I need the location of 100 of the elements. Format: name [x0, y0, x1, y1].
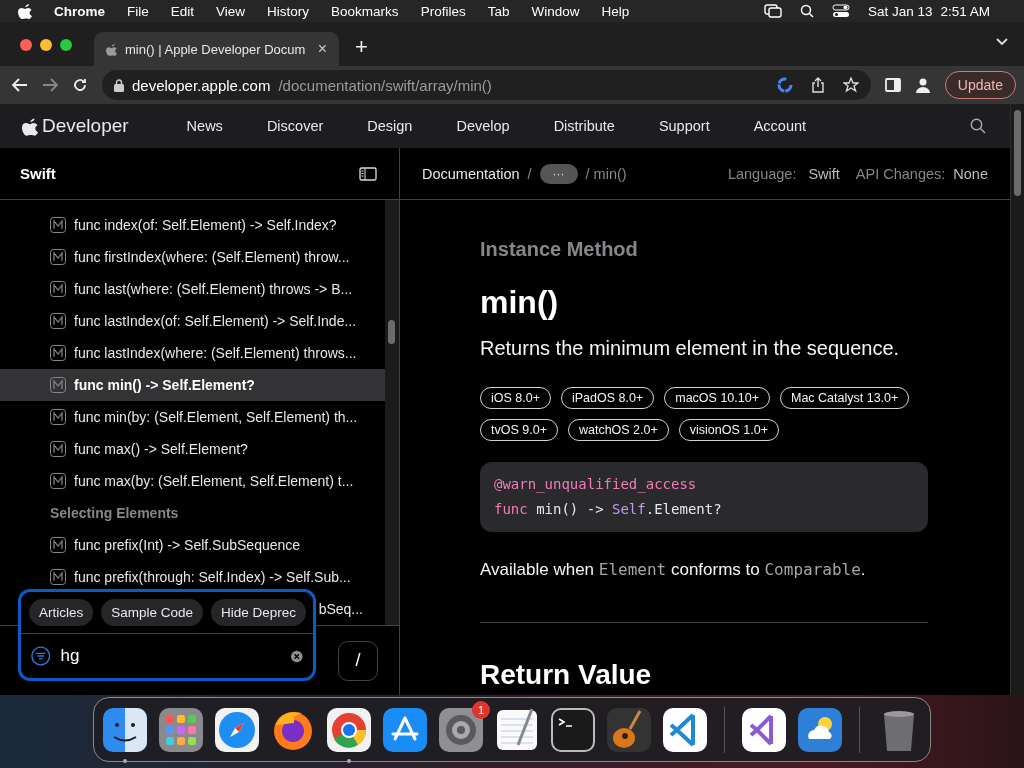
star-icon[interactable]: [842, 77, 859, 93]
breadcrumb-current: / min(): [585, 165, 627, 182]
menu-item[interactable]: Edit: [170, 3, 195, 19]
address-bar[interactable]: developer.apple.com /documentation/swift/array/min(): [102, 70, 871, 100]
nav-link[interactable]: Design: [367, 118, 413, 134]
sidebar-item[interactable]: func prefix(through: Self.Index) -> Self.Sub...: [0, 561, 385, 593]
compass-icon[interactable]: [214, 707, 260, 753]
sidebar-title: Swift: [20, 165, 56, 182]
apple-logo-icon[interactable]: [22, 116, 38, 136]
sidebar-item[interactable]: func index(of: Self.Element) -> Self.Index?: [0, 209, 385, 241]
clear-icon[interactable]: [291, 649, 303, 663]
method-icon: [50, 569, 66, 585]
reload-icon[interactable]: [72, 77, 88, 93]
language-value[interactable]: Swift: [808, 165, 840, 182]
gear-icon[interactable]: [438, 707, 484, 753]
breadcrumb-separator: /: [527, 165, 532, 182]
minimize-window-control[interactable]: [40, 39, 52, 51]
sidebar-item[interactable]: func firstIndex(where: (Self.Element) throw...: [0, 241, 385, 273]
nav-link[interactable]: Discover: [266, 118, 324, 134]
nav-link[interactable]: News: [186, 118, 223, 134]
section-heading: Selecting Elements: [49, 504, 180, 523]
method-icon: [50, 281, 66, 297]
scrollbar-thumb[interactable]: [388, 320, 395, 344]
language-label: Language:: [727, 165, 797, 182]
method-icon: [50, 377, 66, 393]
api-changes-value[interactable]: None: [953, 165, 988, 182]
sidebar-item[interactable]: func min(by: (Self.Element, Self.Element) th...: [0, 401, 385, 433]
method-icon: [50, 217, 66, 233]
code-editor-icon[interactable]: [741, 707, 787, 753]
more-button[interactable]: ···: [539, 163, 578, 184]
scrollbar-thumb[interactable]: [1014, 110, 1021, 196]
weather-icon[interactable]: [797, 707, 843, 753]
sidebar-item[interactable]: func max(by: (Self.Element, Self.Element) t...: [0, 465, 385, 497]
side-panel-icon[interactable]: [884, 78, 901, 92]
toggles-icon[interactable]: [831, 4, 850, 18]
sidebar-item[interactable]: func lastIndex(of: Self.Element) -> Self.Inde...: [0, 305, 385, 337]
page-title: min(): [480, 283, 560, 321]
running-indicator: [347, 759, 351, 763]
method-icon: [50, 409, 66, 425]
code-editor-icon[interactable]: [662, 707, 708, 753]
nav-link[interactable]: Distribute: [553, 118, 615, 134]
notification-badge: 1: [472, 701, 490, 719]
nav-link[interactable]: Support: [658, 118, 710, 134]
window-icon[interactable]: [763, 4, 782, 18]
browser-icon[interactable]: [326, 707, 372, 753]
back-icon[interactable]: [12, 78, 28, 92]
sidebar-item[interactable]: func max() -> Self.Element?: [0, 433, 385, 465]
apple-logo-icon[interactable]: [18, 3, 32, 19]
filter-chip[interactable]: Articles: [29, 599, 94, 626]
filter-chip[interactable]: Hide Deprec: [211, 599, 307, 626]
close-window-control[interactable]: [20, 39, 32, 51]
search-icon[interactable]: [799, 4, 814, 18]
nav-link[interactable]: Account: [753, 118, 807, 134]
sidebar-item[interactable]: func prefix(Int) -> Self.SubSequence: [0, 529, 385, 561]
terminal-icon[interactable]: [550, 707, 596, 753]
menu-item[interactable]: View: [216, 3, 246, 19]
close-tab-button[interactable]: ×: [317, 40, 327, 58]
new-tab-button[interactable]: +: [355, 34, 368, 60]
filter-input[interactable]: hg: [60, 646, 282, 666]
method-icon: [50, 441, 66, 457]
filter-icon: [31, 645, 51, 667]
zoom-window-control[interactable]: [60, 39, 72, 51]
method-icon: [50, 249, 66, 265]
guitar-icon[interactable]: [606, 707, 652, 753]
finder-icon[interactable]: [102, 707, 148, 753]
update-button[interactable]: Update: [944, 71, 1016, 99]
section-heading: Return Value: [480, 659, 653, 691]
app-store-icon[interactable]: [382, 707, 428, 753]
filter-chip[interactable]: Sample Code: [101, 599, 204, 626]
method-icon: [50, 537, 66, 553]
sidebar-item[interactable]: func min() -> Self.Element?: [0, 369, 385, 401]
menu-item[interactable]: Help: [601, 3, 630, 19]
launchpad-icon[interactable]: [158, 707, 204, 753]
sidebar-item[interactable]: func lastIndex(where: (Self.Element) throws...: [0, 337, 385, 369]
shortcut-key-button[interactable]: /: [338, 640, 378, 681]
clock-text: 2:51 AM: [940, 3, 990, 19]
menu-item[interactable]: Profiles: [420, 3, 466, 19]
chevron-down-icon[interactable]: [996, 38, 1008, 46]
share-icon[interactable]: [810, 77, 825, 93]
menu-item[interactable]: Bookmarks: [331, 3, 399, 19]
menu-item[interactable]: Tab: [487, 3, 510, 19]
search-icon[interactable]: [970, 118, 986, 134]
menu-item[interactable]: Window: [531, 3, 580, 19]
browser-tab[interactable]: min() | Apple Developer Docum ×: [94, 32, 339, 66]
symbol-kind: Instance Method: [480, 238, 639, 262]
notepad-icon[interactable]: [494, 707, 540, 753]
menu-item[interactable]: History: [267, 3, 310, 19]
sidebar-toggle-icon[interactable]: [359, 166, 377, 181]
forward-icon[interactable]: [42, 78, 58, 92]
site-brand[interactable]: Developer: [42, 115, 129, 137]
app-menu[interactable]: Chrome: [54, 3, 105, 19]
menu-item[interactable]: File: [127, 3, 149, 19]
api-changes-label: API Changes:: [855, 165, 946, 182]
breadcrumb-link[interactable]: Documentation: [422, 165, 520, 182]
declaration-code: @warn_unqualified_access func min() -> Self.Element?: [480, 462, 928, 532]
running-indicator: [123, 759, 127, 763]
sidebar-item[interactable]: func last(where: (Self.Element) throws -> B...: [0, 273, 385, 305]
lock-icon: [114, 78, 124, 92]
nav-link[interactable]: Develop: [456, 118, 510, 134]
profile-icon[interactable]: [914, 77, 931, 93]
